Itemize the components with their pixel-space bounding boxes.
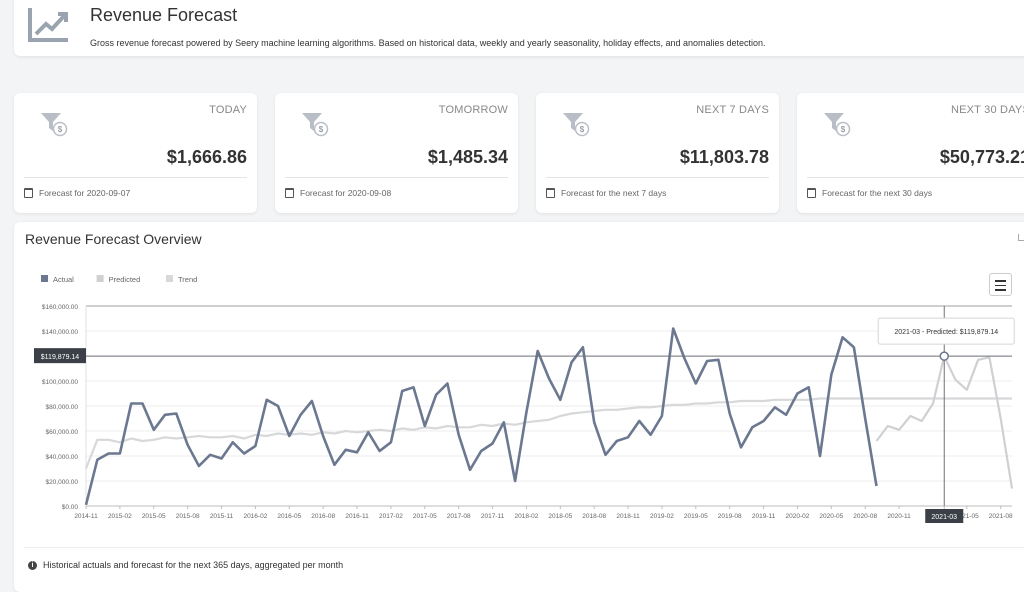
- svg-text:$: $: [319, 125, 324, 134]
- legend-swatch-predicted: [96, 275, 104, 282]
- kpi-card-today: $ TODAY $1,666.86 Forecast for 2020-09-0…: [14, 93, 257, 213]
- x-tick-label: 2018-08: [582, 513, 606, 520]
- x-tick-label: 2015-02: [108, 513, 132, 520]
- crosshair-y-label: $119,879.14: [41, 354, 80, 361]
- x-tick-label: 2021-08: [989, 513, 1013, 520]
- legend-label-trend: Trend: [178, 275, 197, 284]
- page-description: Gross revenue forecast powered by Seery …: [90, 38, 766, 48]
- funnel-dollar-icon: $: [824, 113, 851, 137]
- divider: [807, 177, 1024, 178]
- x-tick-label: 2019-05: [684, 513, 708, 520]
- series-line-actual: [84, 327, 878, 506]
- kpi-label: NEXT 7 DAYS: [696, 104, 769, 116]
- kpi-footer: Forecast for 2020-09-08: [285, 188, 391, 198]
- x-tick-label: 2016-08: [311, 513, 335, 520]
- kpi-footer: Forecast for the next 7 days: [546, 188, 666, 198]
- y-tick-label: $140,000.00: [42, 329, 79, 336]
- funnel-dollar-icon: $: [563, 113, 590, 137]
- kpi-footer-text: Forecast for the next 30 days: [822, 188, 933, 198]
- kpi-value: $11,803.78: [679, 147, 769, 167]
- kpi-label: TOMORROW: [438, 104, 508, 116]
- hamburger-menu-icon: [995, 280, 1006, 282]
- calendar-icon: [546, 188, 555, 198]
- funnel-dollar-icon: $: [41, 113, 68, 137]
- x-tick-label: 2020-08: [853, 513, 877, 520]
- calendar-icon: [285, 188, 294, 198]
- kpi-value: $1,666.86: [166, 147, 247, 167]
- y-tick-label: $0.00: [62, 504, 79, 511]
- x-tick-label: 2016-02: [243, 513, 267, 520]
- x-tick-label: 2020-02: [786, 513, 810, 520]
- svg-text:$: $: [58, 125, 63, 134]
- kpi-label: TODAY: [209, 104, 247, 116]
- y-tick-label: $40,000.00: [45, 454, 78, 461]
- divider: [546, 177, 769, 178]
- overview-footer-text: Historical actuals and forecast for the …: [43, 560, 344, 570]
- kpi-card-next-30-days: $ NEXT 30 DAYS $50,773.21 Forecast for t…: [797, 93, 1024, 213]
- kpi-footer-text: Forecast for 2020-09-08: [300, 188, 392, 198]
- kpi-footer: Forecast for the next 30 days: [807, 188, 932, 198]
- x-tick-label: 2017-08: [447, 513, 471, 520]
- x-tick-label: 2019-02: [650, 513, 674, 520]
- calendar-icon: [807, 188, 816, 198]
- x-tick-label: 2015-08: [176, 513, 200, 520]
- x-tick-label: 2014-11: [74, 513, 98, 520]
- x-tick-label: 2017-02: [379, 513, 403, 520]
- x-tick-label: 2018-11: [616, 513, 640, 520]
- kpi-label: NEXT 30 DAYS: [950, 104, 1024, 116]
- x-tick-label: 2018-02: [514, 513, 538, 520]
- x-tick-label: 2017-05: [413, 513, 437, 520]
- legend-swatch-actual: [41, 275, 48, 282]
- y-tick-label: $160,000.00: [42, 304, 79, 311]
- x-tick-label: 2020-05: [819, 513, 843, 520]
- overview-footer: i Historical actuals and forecast for th…: [28, 560, 343, 570]
- legend-label-predicted: Predicted: [109, 275, 141, 284]
- y-tick-label: $20,000.00: [45, 479, 78, 486]
- y-tick-label: $60,000.00: [45, 429, 78, 436]
- kpi-value: $1,485.34: [427, 147, 508, 167]
- x-tick-label: 2019-08: [718, 513, 742, 520]
- x-tick-label: 2018-05: [548, 513, 572, 520]
- page-title: Revenue Forecast: [90, 5, 238, 25]
- legend-label-actual: Actual: [53, 275, 74, 284]
- divider: [285, 177, 508, 178]
- chart-menu-button[interactable]: [989, 273, 1012, 296]
- kpi-footer-text: Forecast for the next 7 days: [561, 188, 667, 198]
- chart-trend-icon: [28, 8, 68, 42]
- calendar-icon: [24, 188, 33, 198]
- hover-point: [939, 351, 949, 361]
- kpi-footer: Forecast for 2020-09-07: [24, 188, 130, 198]
- funnel-dollar-icon: $: [302, 113, 329, 137]
- x-tick-label: 2015-11: [210, 513, 234, 520]
- x-tick-label: 2017-11: [481, 513, 505, 520]
- legend-swatch-trend: [166, 275, 173, 282]
- x-tick-label: 2019-11: [752, 513, 776, 520]
- x-tick-label: 2016-11: [345, 513, 369, 520]
- svg-text:$: $: [841, 125, 846, 134]
- x-tick-label: 2015-05: [142, 513, 166, 520]
- crosshair-x-label: 2021-03: [931, 514, 957, 521]
- kpi-card-tomorrow: $ TOMORROW $1,485.34 Forecast for 2020-0…: [275, 93, 518, 213]
- x-tick-label: 2016-05: [277, 513, 301, 520]
- y-tick-label: $80,000.00: [45, 404, 78, 411]
- svg-text:$: $: [580, 125, 585, 134]
- kpi-value: $50,773.21: [939, 147, 1024, 167]
- info-icon: i: [28, 560, 37, 570]
- revenue-chart[interactable]: $0.00 $20,000.00 $40,000.00 $60,000.00 $80,0…: [14, 222, 1024, 540]
- x-tick-label: 2020-11: [887, 513, 911, 520]
- header-card: Revenue Forecast Gross revenue forecast …: [14, 0, 1024, 56]
- divider: [24, 547, 1024, 548]
- overview-card: Revenue Forecast Overview $0.00 $20,000.0…: [14, 222, 1024, 592]
- tooltip-text: 2021-03 - Predicted: $119,879.14: [894, 329, 998, 336]
- kpi-footer-text: Forecast for 2020-09-07: [39, 188, 131, 198]
- divider: [24, 177, 247, 178]
- y-tick-label: $100,000.00: [42, 379, 79, 386]
- kpi-card-next-7-days: $ NEXT 7 DAYS $11,803.78 Forecast for th…: [536, 93, 779, 213]
